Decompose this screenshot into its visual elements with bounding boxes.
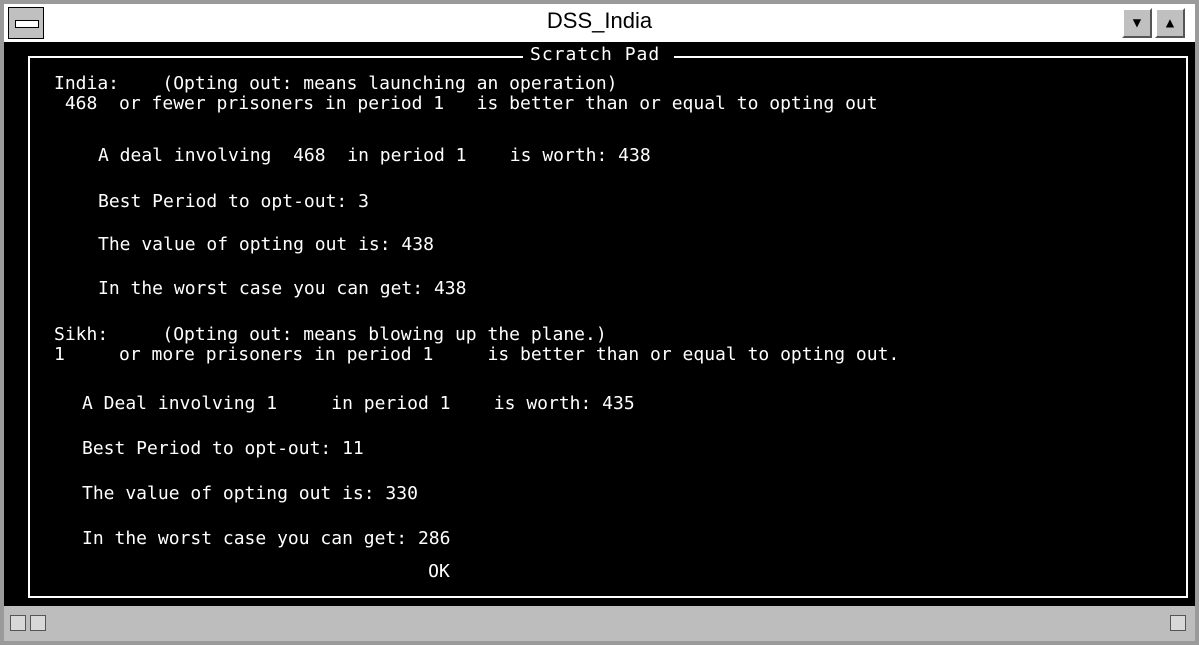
status-second-icon[interactable]: [30, 615, 46, 631]
india-opt-out-value: The value of opting out is: 438: [98, 234, 434, 255]
window-title: DSS_India: [546, 8, 653, 33]
minimize-button[interactable]: ▼: [1122, 8, 1152, 38]
scratch-pad-dialog: Scratch Pad India: (Opting out: means la…: [4, 44, 1195, 604]
ok-button[interactable]: OK: [399, 559, 479, 585]
sikh-heading: Sikh: (Opting out: means blowing up the …: [54, 324, 607, 345]
sikh-opt-out-value: The value of opting out is: 330: [82, 483, 418, 504]
india-worst-case: In the worst case you can get: 438: [98, 278, 467, 299]
status-bar: [4, 604, 1195, 641]
sikh-deal-worth: A Deal involving 1 in period 1 is worth:…: [82, 393, 635, 414]
india-threshold: 468 or fewer prisoners in period 1 is be…: [54, 93, 878, 114]
india-deal-worth: A deal involving 468 in period 1 is wort…: [98, 145, 651, 166]
sikh-best-period: Best Period to opt-out: 11: [82, 438, 364, 459]
scratch-pad-title: Scratch Pad: [530, 44, 661, 65]
sikh-worst-case: In the worst case you can get: 286: [82, 528, 451, 549]
frame-top-left-border: [28, 56, 523, 58]
sikh-threshold: 1 or more prisoners in period 1 is bette…: [54, 344, 900, 365]
dss-india-window: DSS_India ▼ ▲ Scratch Pad India: (Opting…: [0, 0, 1199, 645]
status-right-icon[interactable]: [1170, 615, 1186, 631]
india-heading: India: (Opting out: means launching an o…: [54, 73, 618, 94]
maximize-button[interactable]: ▲: [1155, 8, 1185, 38]
title-bar[interactable]: DSS_India ▼ ▲: [4, 4, 1195, 44]
status-left-icon[interactable]: [10, 615, 26, 631]
frame-top-right-border: [674, 56, 1188, 58]
india-best-period: Best Period to opt-out: 3: [98, 191, 369, 212]
